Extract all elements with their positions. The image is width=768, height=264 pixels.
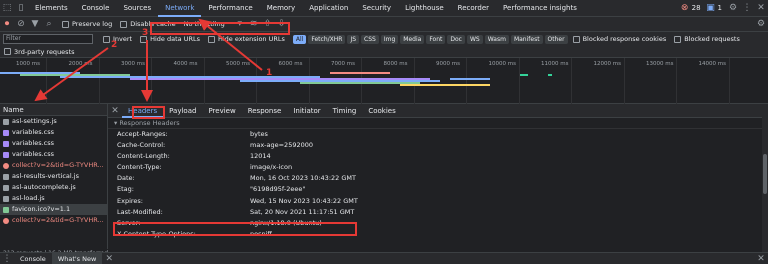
annotation-number-1: 1 — [266, 68, 273, 78]
annotation-number-2: 2 — [111, 40, 118, 50]
annotation-number-3: 3 — [142, 28, 149, 38]
arrow-to-network-tab — [198, 18, 263, 71]
arrow-to-name-column — [34, 47, 109, 102]
